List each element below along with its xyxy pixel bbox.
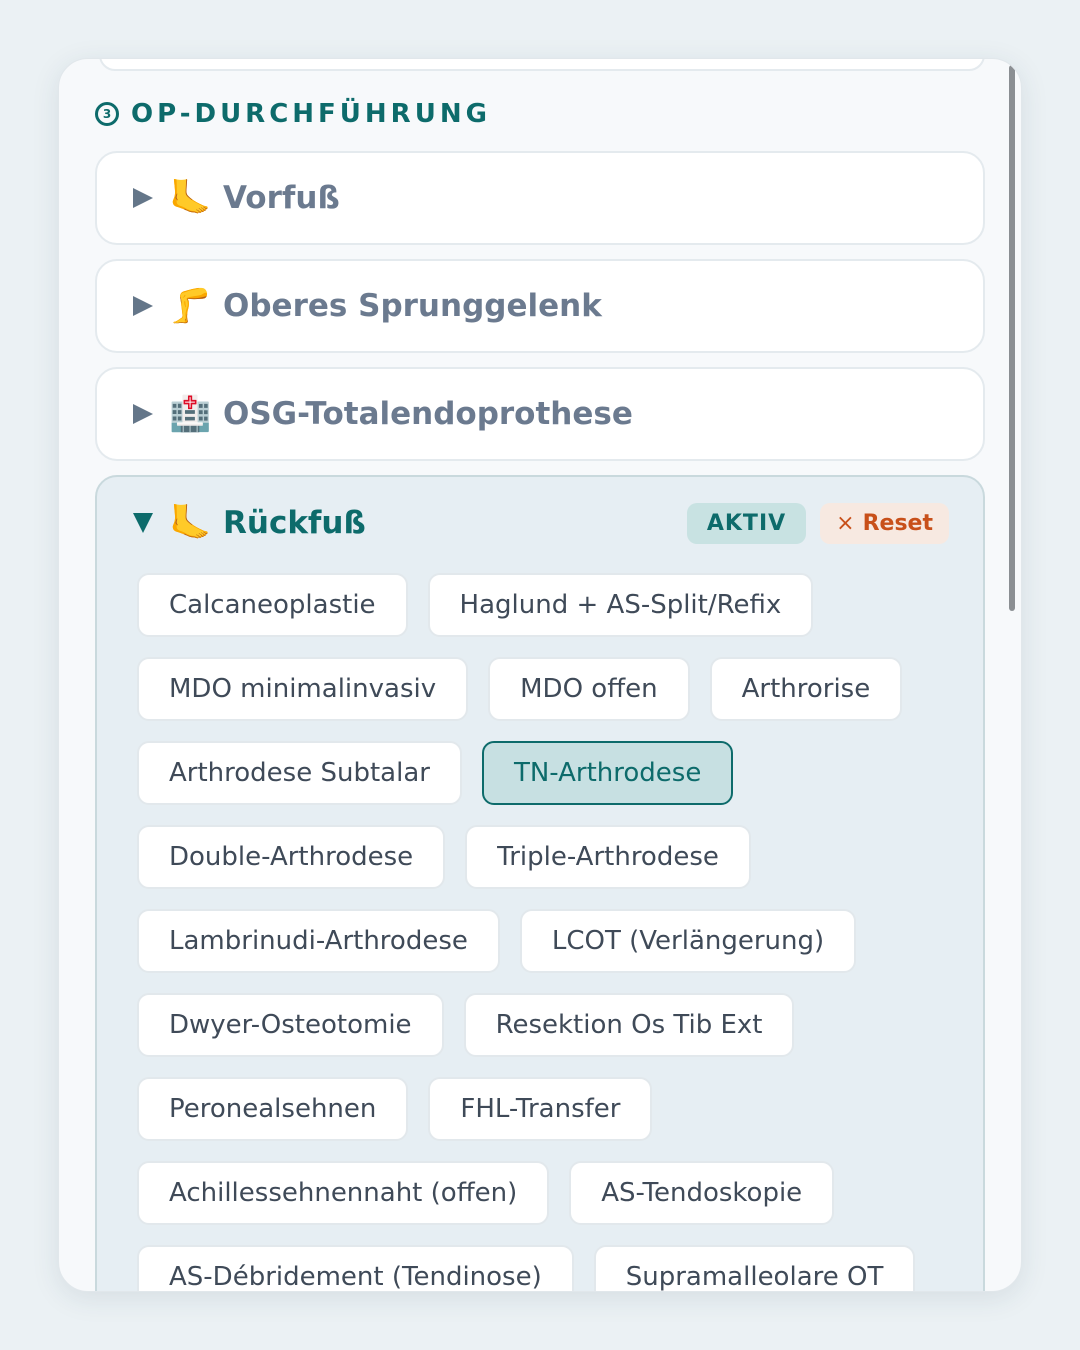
accordion-label: Rückfuß: [223, 505, 366, 541]
chevron-right-icon: [133, 404, 153, 424]
op-panel: 3 OP-DURCHFÜHRUNG 🦶 Vorfuß 🦵 Oberes Spru…: [58, 58, 1022, 1292]
accordion-rueckfuss: 🦶 Rückfuß AKTIV × Reset Calcaneoplastie H…: [95, 475, 985, 1291]
previous-card-edge: [99, 59, 985, 71]
procedure-chip[interactable]: Achillessehnennaht (offen): [137, 1161, 550, 1225]
reset-label: Reset: [862, 510, 933, 536]
accordion-label: OSG-Totalendoprothese: [223, 396, 633, 432]
procedure-chip[interactable]: MDO minimalinvasiv: [137, 657, 469, 721]
procedure-chip[interactable]: Haglund + AS-Split/Refix: [427, 573, 814, 637]
procedure-chip[interactable]: FHL-Transfer: [428, 1077, 653, 1141]
procedure-list: Calcaneoplastie Haglund + AS-Split/Refix M…: [137, 573, 957, 1291]
procedure-chip[interactable]: Arthrorise: [709, 657, 903, 721]
close-icon: ×: [836, 510, 855, 536]
procedure-chip[interactable]: Resektion Os Tib Ext: [463, 993, 795, 1057]
accordion-oberes-sprunggelenk[interactable]: 🦵 Oberes Sprunggelenk: [95, 259, 985, 353]
status-badge: AKTIV: [686, 502, 807, 544]
scrollbar[interactable]: [1009, 65, 1015, 611]
procedure-chip[interactable]: Calcaneoplastie: [137, 573, 408, 637]
procedure-chip[interactable]: Triple-Arthrodese: [465, 825, 751, 889]
circled-number-icon: 3: [95, 102, 119, 126]
procedure-chip[interactable]: AS-Débridement (Tendinose): [137, 1245, 574, 1291]
procedure-chip[interactable]: Dwyer-Osteotomie: [137, 993, 444, 1057]
chevron-right-icon: [133, 296, 153, 316]
accordion-vorfuss[interactable]: 🦶 Vorfuß: [95, 151, 985, 245]
procedure-chip[interactable]: LCOT (Verlängerung): [519, 909, 857, 973]
reset-button[interactable]: × Reset: [820, 502, 949, 544]
foot-icon: 🦶: [169, 178, 212, 218]
accordion-label: Vorfuß: [223, 180, 340, 216]
accordion-osg-totalendoprothese[interactable]: 🏥 OSG-Totalendoprothese: [95, 367, 985, 461]
procedure-chip[interactable]: Double-Arthrodese: [137, 825, 446, 889]
procedure-chip[interactable]: Peronealsehnen: [137, 1077, 409, 1141]
procedure-chip[interactable]: MDO offen: [488, 657, 690, 721]
procedure-chip[interactable]: Lambrinudi-Arthrodese: [137, 909, 500, 973]
leg-icon: 🦵: [169, 286, 212, 326]
accordion-header[interactable]: 🦶 Rückfuß AKTIV × Reset: [133, 501, 949, 545]
foot-icon: 🦶: [169, 503, 212, 543]
procedure-chip[interactable]: AS-Tendoskopie: [569, 1161, 835, 1225]
hospital-icon: 🏥: [169, 394, 212, 434]
procedure-chip[interactable]: TN-Arthrodese: [481, 741, 734, 805]
accordion-label: Oberes Sprunggelenk: [223, 288, 602, 324]
procedure-chip[interactable]: Supramalleolare OT: [593, 1245, 916, 1291]
section-title: OP-DURCHFÜHRUNG: [131, 99, 491, 129]
section-header: 3 OP-DURCHFÜHRUNG: [95, 99, 491, 129]
chevron-down-icon: [133, 513, 153, 533]
chevron-right-icon: [133, 188, 153, 208]
procedure-chip[interactable]: Arthrodese Subtalar: [137, 741, 462, 805]
